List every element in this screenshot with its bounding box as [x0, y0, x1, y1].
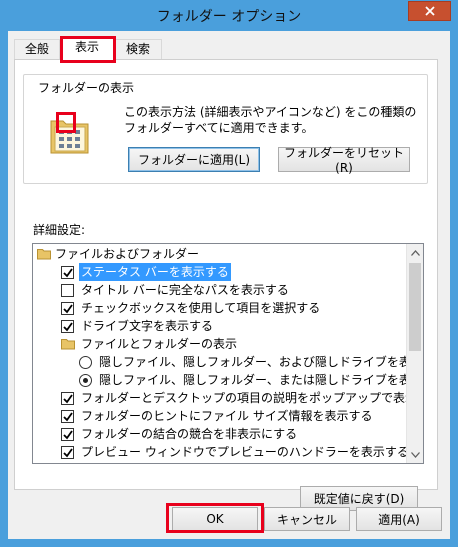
advanced-settings-label: 詳細設定:: [33, 223, 86, 237]
scroll-thumb[interactable]: [409, 263, 421, 351]
checkmark-icon: [63, 268, 73, 278]
folder-grid-icon: [50, 120, 89, 154]
advanced-settings-list[interactable]: ファイルおよびフォルダー ステータス バーを表示する タイトル バーに完全なパス…: [32, 243, 424, 464]
apply-to-folders-button[interactable]: フォルダーに適用(L): [128, 147, 260, 172]
dialog-body: 全般 表示 検索 フォルダーの表示 この表示方法 (詳細表示やアイコンなど) を…: [8, 31, 450, 539]
radio-dot: [83, 378, 88, 383]
list-item-show-status-bar[interactable]: ステータス バーを表示する: [33, 263, 408, 281]
preview-handlers-checkbox[interactable]: [61, 446, 74, 459]
status-bar-checkbox[interactable]: [61, 266, 74, 279]
checkmark-icon: [63, 448, 73, 458]
ok-button[interactable]: OK: [172, 507, 258, 531]
tab-general[interactable]: 全般: [14, 39, 60, 60]
list-item-drive-letters[interactable]: ドライブ文字を表示する: [33, 317, 408, 335]
list-item-merge-conflicts[interactable]: フォルダーの結合の競合を非表示にする: [33, 425, 408, 443]
show-hidden-radio[interactable]: [79, 356, 92, 369]
tab-view[interactable]: 表示: [60, 37, 114, 60]
folder-view-group-label: フォルダーの表示: [35, 79, 138, 96]
close-icon: [424, 6, 435, 16]
list-item-files-and-folders: ファイルおよびフォルダー: [33, 245, 408, 263]
checkmark-icon: [63, 322, 73, 332]
list-item-hidden-files-folder: ファイルとフォルダーの表示: [33, 335, 408, 353]
title-bar[interactable]: フォルダー オプション: [0, 0, 458, 31]
checkmark-icon: [63, 394, 73, 404]
chevron-up-icon: [411, 249, 420, 256]
list-item-file-size-tips[interactable]: フォルダーのヒントにファイル サイズ情報を表示する: [33, 407, 408, 425]
merge-conflicts-checkbox[interactable]: [61, 428, 74, 441]
list-item-full-path-title[interactable]: タイトル バーに完全なパスを表示する: [33, 281, 408, 299]
scroll-up-button[interactable]: [407, 244, 423, 261]
folder-icon: [61, 339, 75, 350]
list-item-item-checkboxes[interactable]: チェックボックスを使用して項目を選択する: [33, 299, 408, 317]
list-item-show-hidden[interactable]: 隠しファイル、隠しフォルダー、および隠しドライブを表示する: [33, 353, 423, 371]
item-checkboxes-checkbox[interactable]: [61, 302, 74, 315]
window-title: フォルダー オプション: [156, 9, 302, 25]
folder-icon: [37, 249, 51, 260]
scroll-down-button[interactable]: [407, 446, 423, 463]
full-path-checkbox[interactable]: [61, 284, 74, 297]
file-size-tips-checkbox[interactable]: [61, 410, 74, 423]
list-item-popup-description[interactable]: フォルダーとデスクトップの項目の説明をポップアップで表示する: [33, 389, 423, 407]
checkmark-icon: [63, 430, 73, 440]
folder-view-group: フォルダーの表示 この表示方法 (詳細表示やアイコンなど) をこの種類のフォルダ…: [23, 74, 428, 184]
drive-letters-checkbox[interactable]: [61, 320, 74, 333]
list-item-hide-hidden[interactable]: 隠しファイル、隠しフォルダー、または隠しドライブを表示しない: [33, 371, 423, 389]
apply-button[interactable]: 適用(A): [356, 507, 442, 531]
checkmark-icon: [63, 304, 73, 314]
list-item-preview-handlers[interactable]: プレビュー ウィンドウでプレビューのハンドラーを表示する: [33, 443, 409, 461]
folder-options-window: フォルダー オプション 全般 表示 検索 フォルダーの表示 この表示方法 (詳細…: [0, 0, 458, 547]
close-button[interactable]: [408, 1, 451, 21]
cancel-button[interactable]: キャンセル: [264, 507, 350, 531]
popup-description-checkbox[interactable]: [61, 392, 74, 405]
chevron-down-icon: [411, 451, 420, 458]
hide-hidden-radio[interactable]: [79, 374, 92, 387]
reset-folders-button[interactable]: フォルダーをリセット(R): [278, 146, 410, 175]
folder-view-description: この表示方法 (詳細表示やアイコンなど) をこの種類のフォルダーすべてに適用でき…: [124, 105, 417, 135]
checkmark-icon: [63, 412, 73, 422]
view-tab-panel: フォルダーの表示 この表示方法 (詳細表示やアイコンなど) をこの種類のフォルダ…: [14, 59, 438, 511]
list-scrollbar[interactable]: [406, 244, 423, 463]
tab-search[interactable]: 検索: [114, 39, 162, 60]
